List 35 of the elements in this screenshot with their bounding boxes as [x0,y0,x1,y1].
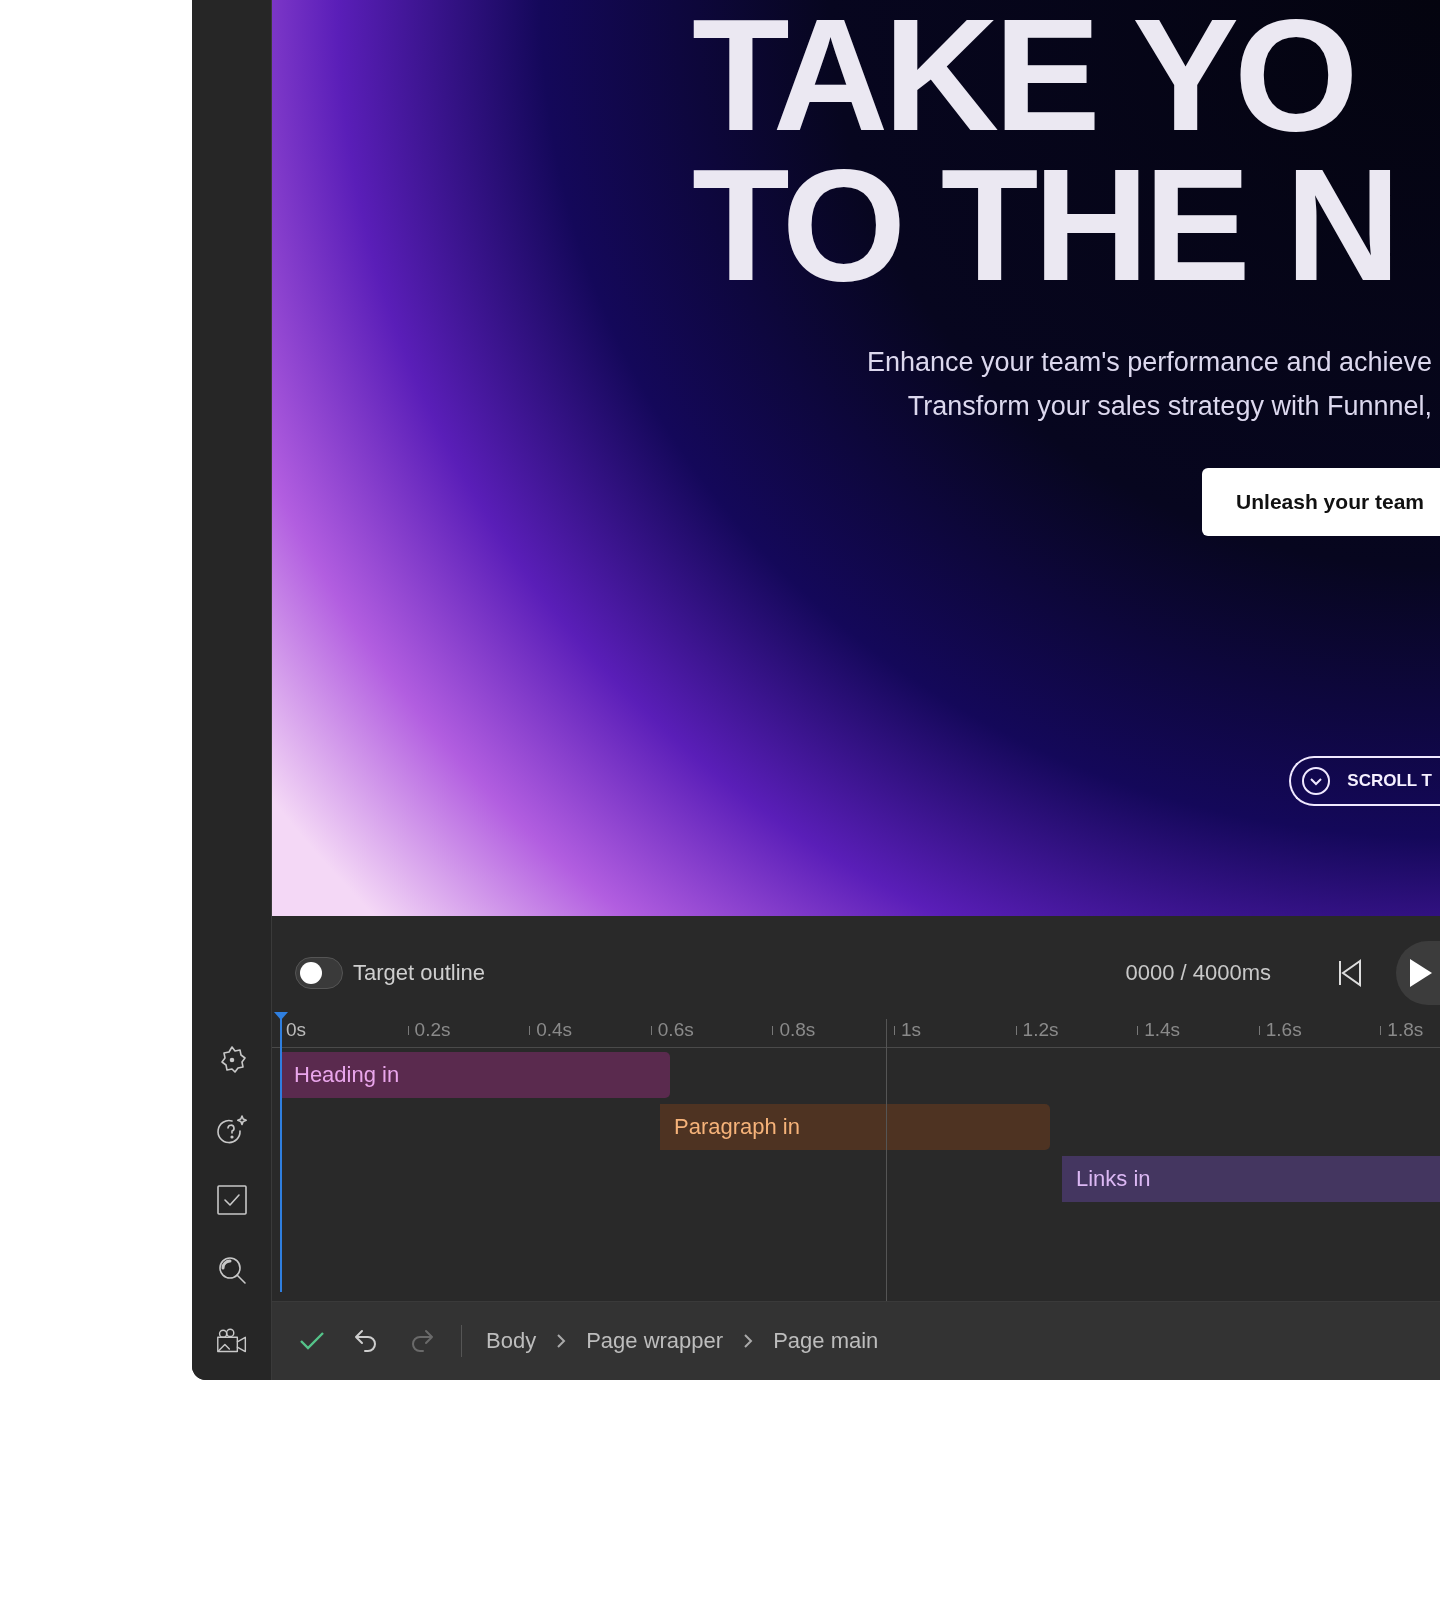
breadcrumb-link[interactable]: Body [486,1328,537,1354]
saved-check-icon [299,1330,325,1352]
ruler-label: 1.6s [1265,1019,1302,1041]
playhead[interactable] [274,1012,288,1292]
hero-heading-line: TO THE N [692,150,1397,300]
chevron-right-icon [556,1333,567,1349]
hero-heading-line: TAKE YO [692,0,1355,150]
animation-track-bar[interactable]: Heading in [280,1052,670,1098]
ruler-label: 1s [900,1019,922,1041]
chevron-right-icon [743,1333,754,1349]
ruler-label: 0.4s [536,1019,573,1041]
scroll-button[interactable]: SCROLL T [1289,756,1440,806]
ruler-label: 0.2s [414,1019,451,1041]
chevron-down-icon [1301,766,1332,796]
breadcrumb-link[interactable]: Page wrapper [586,1328,724,1354]
hero-paragraph-line: Enhance your team's performance and achieve [867,346,1432,379]
ruler-label: 1.2s [1022,1019,1059,1041]
checkbox-icon[interactable] [215,1184,248,1216]
toggle-switch[interactable] [295,957,343,989]
ruler-label: 0.6s [657,1019,694,1041]
animation-track-bar[interactable]: Links in [1062,1156,1440,1202]
cta-button[interactable]: Unleash your team [1202,468,1440,536]
ruler-label: 0.8s [779,1019,816,1041]
play-button[interactable] [1396,941,1440,1005]
toggle-label: Target outline [353,960,486,986]
ruler-label: 0s [286,1019,307,1041]
help-sparkle-icon[interactable] [215,1114,248,1146]
skip-back-icon[interactable] [1337,958,1363,988]
hero-paragraph-line: Transform your sales strategy with Funnnel, [906,390,1432,423]
ruler-label: 1.8s [1387,1019,1424,1041]
breadcrumb-link[interactable]: Page main [773,1328,879,1354]
animation-track-bar[interactable]: Paragraph in [660,1104,1050,1150]
play-icon [1410,959,1432,987]
ruler-label: 1.4s [1144,1019,1181,1041]
time-readout: 0000 / 4000ms [1125,960,1271,986]
